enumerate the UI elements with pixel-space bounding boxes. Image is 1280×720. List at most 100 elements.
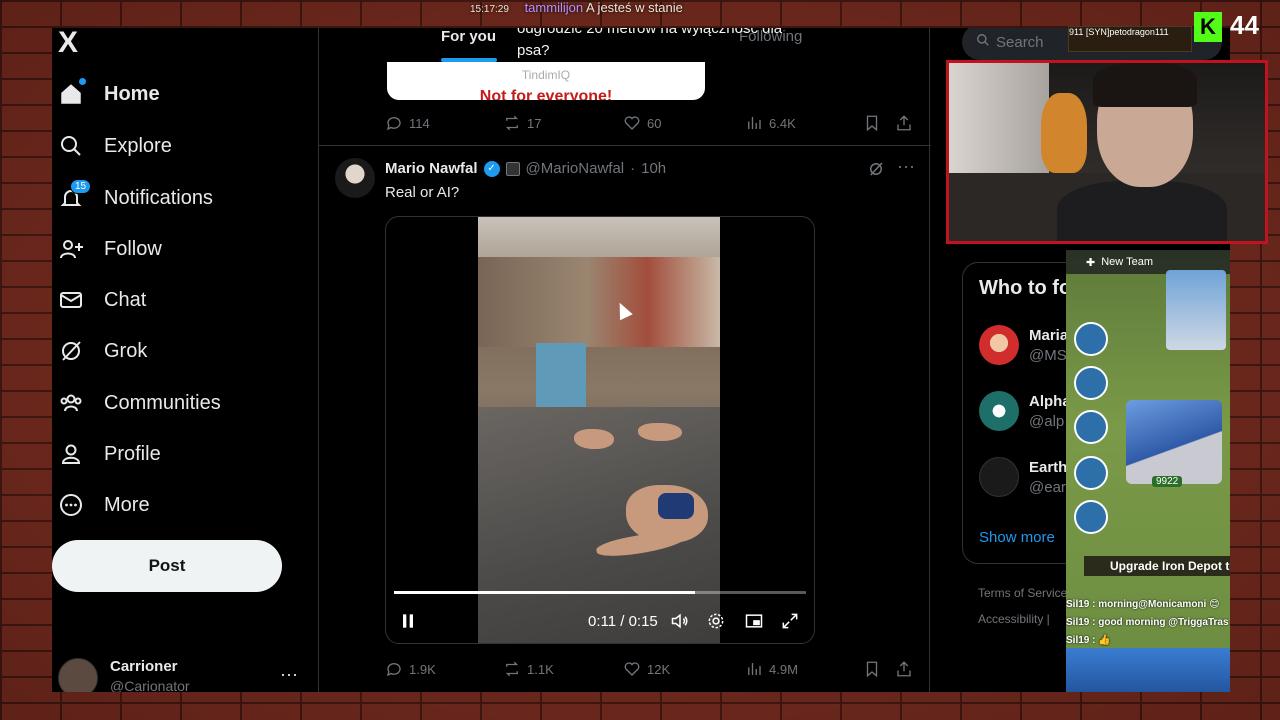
person-plus-icon <box>58 236 84 262</box>
sidebar-item-grok[interactable]: Grok <box>58 329 147 373</box>
card-handle: TindimIQ <box>521 68 571 82</box>
video-frame[interactable] <box>478 217 720 643</box>
video-timecode: 0:11 / 0:15 <box>588 613 658 630</box>
volume-icon[interactable] <box>670 611 690 636</box>
search-icon <box>976 33 990 51</box>
game-building <box>1126 400 1222 484</box>
reply-button[interactable]: 1.9K <box>385 660 436 678</box>
suggestion-handle: @alp <box>1029 413 1065 430</box>
tweet-actions: 1.9K 1.1K 12K 4.9M <box>385 660 915 680</box>
unread-dot <box>79 78 86 85</box>
fullscreen-icon[interactable] <box>780 611 800 636</box>
timeline-feed: For you Following odgrodzić 20 metrów na… <box>318 28 931 692</box>
video-player[interactable]: 0:11 / 0:15 <box>385 216 815 644</box>
tweet-text: Real or AI? <box>385 184 460 201</box>
upgrade-banner[interactable]: Upgrade Iron Depot to <box>1084 556 1230 576</box>
x-logo[interactable]: X <box>58 28 78 60</box>
share-button[interactable] <box>895 660 913 678</box>
sidebar-item-communities[interactable]: Communities <box>58 381 221 425</box>
sidebar-item-label: Communities <box>104 391 221 414</box>
sidebar-item-follow[interactable]: Follow <box>58 227 162 271</box>
bookmark-button[interactable] <box>863 660 881 678</box>
views-button[interactable]: 4.9M <box>745 660 798 678</box>
plus-icon: ✚ <box>1086 256 1096 269</box>
heart-icon <box>624 116 640 130</box>
reply-button[interactable]: 114 <box>385 114 430 132</box>
repost-button[interactable]: 17 <box>503 114 541 132</box>
views-button[interactable]: 6.4K <box>745 114 796 132</box>
sidebar-item-profile[interactable]: Profile <box>58 432 161 476</box>
sidebar-item-label: Grok <box>104 339 148 362</box>
like-button[interactable]: 12K <box>623 660 670 678</box>
kick-logo: K <box>1194 12 1222 42</box>
sidebar-item-label: More <box>104 493 150 516</box>
post-time[interactable]: 10h <box>641 160 666 177</box>
tweet-header: Mario Nawfal ✓ @MarioNawfal · 10h <box>385 160 666 177</box>
communities-icon <box>58 390 84 416</box>
post-button[interactable]: Post <box>52 540 282 592</box>
repost-icon <box>505 661 519 677</box>
suggestion-handle: @MS <box>1029 347 1067 364</box>
webcam-overlay <box>946 60 1268 244</box>
like-button[interactable]: 60 <box>623 114 661 132</box>
avatar[interactable] <box>335 158 375 198</box>
avatar <box>979 457 1019 497</box>
author-name[interactable]: Mario Nawfal <box>385 160 478 177</box>
settings-gear-icon[interactable] <box>706 611 726 636</box>
calendar-icon[interactable] <box>1074 322 1108 356</box>
pip-icon[interactable] <box>744 611 764 636</box>
author-handle[interactable]: @MarioNawfal <box>526 160 625 177</box>
share-icon <box>897 661 911 677</box>
game-tower <box>1166 270 1226 350</box>
sidebar-item-label: Home <box>104 82 160 105</box>
list-icon[interactable] <box>1074 410 1108 444</box>
cart-icon[interactable] <box>1074 366 1108 400</box>
sidebar-item-label: Notifications <box>104 186 213 209</box>
grok-icon[interactable] <box>867 160 885 183</box>
video-progress-bar[interactable] <box>394 591 806 594</box>
show-more-link[interactable]: Show more <box>979 529 1055 546</box>
game-chat-log: Sil19 : morning@Monicamoni 😊 Sil19 : goo… <box>1066 596 1230 650</box>
like-count: 60 <box>647 115 662 131</box>
sidebar-item-notifications[interactable]: 15 Notifications <box>58 176 213 220</box>
repost-icon <box>505 115 519 131</box>
sidebar-item-label: Chat <box>104 288 147 311</box>
previous-post-card[interactable]: TindimIQ Not for everyone! <box>387 62 705 100</box>
avatar <box>979 325 1019 365</box>
stream-top-widget: 911 [SYN]petodragon111 <box>1068 26 1192 52</box>
account-switcher[interactable]: Carrioner @Carionator ··· <box>58 656 298 692</box>
pause-icon[interactable] <box>398 611 418 636</box>
share-button[interactable] <box>895 114 913 132</box>
notification-badge: 15 <box>70 179 92 194</box>
repost-button[interactable]: 1.1K <box>503 660 554 678</box>
sidebar-item-home[interactable]: Home <box>58 72 160 116</box>
tab-for-you[interactable]: For you <box>441 28 496 45</box>
view-count: 4.9M <box>769 661 798 677</box>
heart-icon <box>624 662 640 676</box>
card-title: Not for everyone! <box>479 88 613 100</box>
sidebar-item-label: Explore <box>104 134 172 157</box>
sidebar-item-explore[interactable]: Explore <box>58 124 172 168</box>
grok-icon <box>58 338 84 364</box>
post-divider <box>319 145 931 146</box>
sidebar-item-more[interactable]: More <box>58 483 150 527</box>
bookmark-button[interactable] <box>863 114 881 132</box>
views-icon <box>748 663 761 675</box>
avatar <box>979 391 1019 431</box>
stream-chat-time: 15:17:29 <box>470 4 509 15</box>
chat-line: Sil19 : morning@Monicamoni 😊 <box>1066 599 1220 610</box>
mobile-game-overlay: ✚ New Team 9922 Upgrade Iron Depot to Si… <box>1066 250 1230 692</box>
map-pin-icon[interactable] <box>1074 456 1108 490</box>
sidebar-item-label: Profile <box>104 442 161 465</box>
more-dots-icon[interactable]: ··· <box>897 156 915 177</box>
more-dots-icon[interactable]: ··· <box>280 664 298 685</box>
sidebar: X Home Explore 15 Notifications Follow C… <box>52 28 318 692</box>
stream-chat-user: tammilijon <box>524 0 584 15</box>
sidebar-item-chat[interactable]: Chat <box>58 278 146 322</box>
game-bottom-bar <box>1066 648 1230 692</box>
reply-icon <box>386 663 401 677</box>
suggestion-name: Alpha <box>1029 393 1071 410</box>
account-name: Carrioner <box>110 658 178 675</box>
search-placeholder: Search <box>996 33 1044 51</box>
zoom-icon[interactable] <box>1074 500 1108 534</box>
